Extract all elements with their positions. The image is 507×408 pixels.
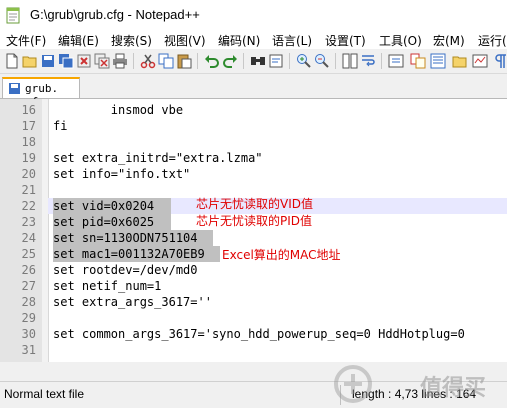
print-icon[interactable] xyxy=(112,53,128,69)
status-file-type: Normal text file xyxy=(4,387,85,401)
replace-icon[interactable] xyxy=(268,53,284,69)
menu-view[interactable]: 视图(V) xyxy=(164,32,206,49)
watermark-text: 值得买 xyxy=(420,376,487,401)
code-line: 17 fi xyxy=(0,118,507,134)
line-number: 22 xyxy=(21,199,36,213)
code-line: 20 set info="info.txt" xyxy=(0,166,507,182)
code-line: 18 xyxy=(0,134,507,150)
menu-language[interactable]: 语言(L) xyxy=(272,32,312,49)
line-number: 26 xyxy=(21,263,36,277)
new-file-icon[interactable] xyxy=(4,53,20,69)
menu-encoding[interactable]: 编码(N) xyxy=(218,32,260,49)
code-line: 29 xyxy=(0,310,507,326)
line-number: 27 xyxy=(21,279,36,293)
line-text: insmod vbe xyxy=(53,103,184,117)
menu-search[interactable]: 搜索(S) xyxy=(111,32,152,49)
editor[interactable]: 16 insmod vbe 17 fi 18 19 set extra_init… xyxy=(0,99,507,362)
code-line: 28 set extra_args_3617='' xyxy=(0,294,507,310)
line-number: 25 xyxy=(21,247,36,261)
line-number: 19 xyxy=(21,151,36,165)
line-text: set pid=0x6025 xyxy=(53,215,155,229)
saved-file-icon xyxy=(9,83,20,94)
undo-icon[interactable] xyxy=(204,53,220,69)
line-text: set vid=0x0204 xyxy=(53,199,155,213)
line-number: 18 xyxy=(21,135,36,149)
annotation-pid: 芯片无忧读取的PID值 xyxy=(196,214,313,228)
line-number: 31 xyxy=(21,343,36,357)
toolbar xyxy=(0,49,507,74)
code-line: 26 set rootdev=/dev/md0 xyxy=(0,262,507,278)
line-text: set common_args_3617='syno_hdd_powerup_s… xyxy=(53,327,465,341)
code-line: 30 set common_args_3617='syno_hdd_poweru… xyxy=(0,326,507,342)
code-line: 24 set sn=1130ODN751104 xyxy=(0,230,507,246)
line-number: 17 xyxy=(21,119,36,133)
line-number: 30 xyxy=(21,327,36,341)
toolbar-separator xyxy=(289,53,290,69)
menu-settings[interactable]: 设置(T) xyxy=(325,32,366,49)
open-file-icon[interactable] xyxy=(22,53,38,69)
line-text: set rootdev=/dev/md0 xyxy=(53,263,198,277)
menu-edit[interactable]: 编辑(E) xyxy=(58,32,99,49)
tab-bar: grub. cfg xyxy=(0,74,507,108)
line-text: fi xyxy=(53,119,68,133)
cut-icon[interactable] xyxy=(140,53,156,69)
code-line: 16 insmod vbe xyxy=(0,102,507,118)
menu-file[interactable]: 文件(F) xyxy=(6,32,46,49)
tab-grub-cfg[interactable]: grub. cfg xyxy=(2,77,80,108)
line-text: set mac1=001132A70EB9 xyxy=(53,247,205,261)
monitoring-icon[interactable] xyxy=(472,53,488,69)
toolbar-separator xyxy=(243,53,244,69)
word-wrap-icon[interactable] xyxy=(360,53,376,69)
notepad-plus-plus-icon xyxy=(6,7,20,24)
show-all-characters-icon[interactable] xyxy=(388,53,404,69)
code-line: 27 set netif_num=1 xyxy=(0,278,507,294)
save-icon[interactable] xyxy=(40,53,56,69)
find-icon[interactable] xyxy=(250,53,266,69)
paste-icon[interactable] xyxy=(176,53,192,69)
menu-macro[interactable]: 宏(M) xyxy=(433,32,465,49)
save-all-icon[interactable] xyxy=(58,53,74,69)
line-text: set extra_initrd="extra.lzma" xyxy=(53,151,263,165)
code-line: 19 set extra_initrd="extra.lzma" xyxy=(0,150,507,166)
function-list-icon[interactable] xyxy=(430,53,446,69)
close-all-icon[interactable] xyxy=(94,53,110,69)
line-number: 24 xyxy=(21,231,36,245)
paragraph-icon[interactable] xyxy=(492,53,507,69)
annotation-vid: 芯片无忧读取的VID值 xyxy=(196,197,313,211)
zoom-out-icon[interactable] xyxy=(314,53,330,69)
document-map-icon[interactable] xyxy=(410,53,426,69)
title-bar: G:\grub\grub.cfg - Notepad++ xyxy=(0,0,507,30)
watermark-logo xyxy=(334,365,372,403)
zoom-in-icon[interactable] xyxy=(296,53,312,69)
line-number: 20 xyxy=(21,167,36,181)
redo-icon[interactable] xyxy=(222,53,238,69)
toolbar-separator xyxy=(133,53,134,69)
toolbar-separator xyxy=(335,53,336,69)
line-text: set info="info.txt" xyxy=(53,167,191,181)
line-number: 29 xyxy=(21,311,36,325)
line-number: 16 xyxy=(21,103,36,117)
close-file-icon[interactable] xyxy=(76,53,92,69)
copy-icon[interactable] xyxy=(158,53,174,69)
toolbar-separator xyxy=(197,53,198,69)
line-number: 21 xyxy=(21,183,36,197)
window-title: G:\grub\grub.cfg - Notepad++ xyxy=(30,7,200,22)
menu-run[interactable]: 运行( xyxy=(478,32,507,49)
line-number: 23 xyxy=(21,215,36,229)
sync-scroll-icon[interactable] xyxy=(342,53,358,69)
line-text: set extra_args_3617='' xyxy=(53,295,212,309)
line-text: set sn=1130ODN751104 xyxy=(53,231,198,245)
folder-workspace-icon[interactable] xyxy=(452,53,468,69)
menu-tools[interactable]: 工具(O) xyxy=(379,32,422,49)
line-text: set netif_num=1 xyxy=(53,279,162,293)
toolbar-separator xyxy=(381,53,382,69)
menu-bar: 文件(F) 编辑(E) 搜索(S) 视图(V) 编码(N) 语言(L) 设置(T… xyxy=(0,30,507,49)
annotation-mac: Excel算出的MAC地址 xyxy=(222,248,341,262)
code-line: 31 xyxy=(0,342,507,358)
line-number: 28 xyxy=(21,295,36,309)
